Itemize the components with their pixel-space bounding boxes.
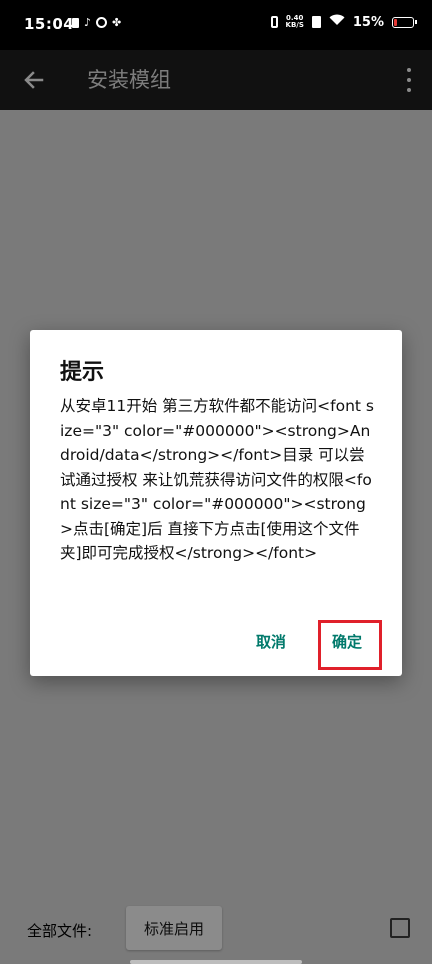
bottom-bar: 全部文件: 标准启用 <box>0 890 432 964</box>
clock: 15:04 <box>24 15 75 33</box>
permission-dialog: 提示 从安卓11开始 第三方软件都不能访问<font size="3" colo… <box>30 330 402 676</box>
home-indicator[interactable] <box>130 960 302 964</box>
notification-icon <box>72 17 79 28</box>
arrow-back-icon[interactable] <box>18 64 50 96</box>
grid-notification-icon: ✤ <box>112 16 122 29</box>
all-files-checkbox[interactable] <box>390 918 410 938</box>
dialog-message: 从安卓11开始 第三方软件都不能访问<font size="3" color="… <box>60 397 374 562</box>
highlight-box <box>318 620 382 670</box>
app-notification-icon <box>96 17 108 28</box>
battery-percent: 15% <box>352 14 384 30</box>
net-speed-unit: KB/S <box>285 21 304 29</box>
net-speed: 0.40 KB/S <box>286 15 304 29</box>
battery-icon <box>392 16 417 28</box>
notification-icons: ♪ ✤ <box>72 16 121 29</box>
sim-icon <box>311 16 321 28</box>
standard-enable-button[interactable]: 标准启用 <box>126 906 222 950</box>
dialog-title: 提示 <box>60 360 105 385</box>
app-toolbar: 安装模组 <box>0 50 432 110</box>
more-vert-icon[interactable] <box>404 68 414 92</box>
page-title: 安装模组 <box>87 68 171 92</box>
all-files-label: 全部文件: <box>27 922 93 940</box>
cancel-button[interactable]: 取消 <box>256 631 286 652</box>
system-icons: 0.40 KB/S 15% <box>270 14 417 30</box>
vibrate-icon <box>270 16 278 28</box>
status-bar: 15:04 ♪ ✤ 0.40 KB/S 15% <box>0 0 432 50</box>
wifi-icon <box>329 14 345 30</box>
tiktok-icon: ♪ <box>84 16 92 29</box>
